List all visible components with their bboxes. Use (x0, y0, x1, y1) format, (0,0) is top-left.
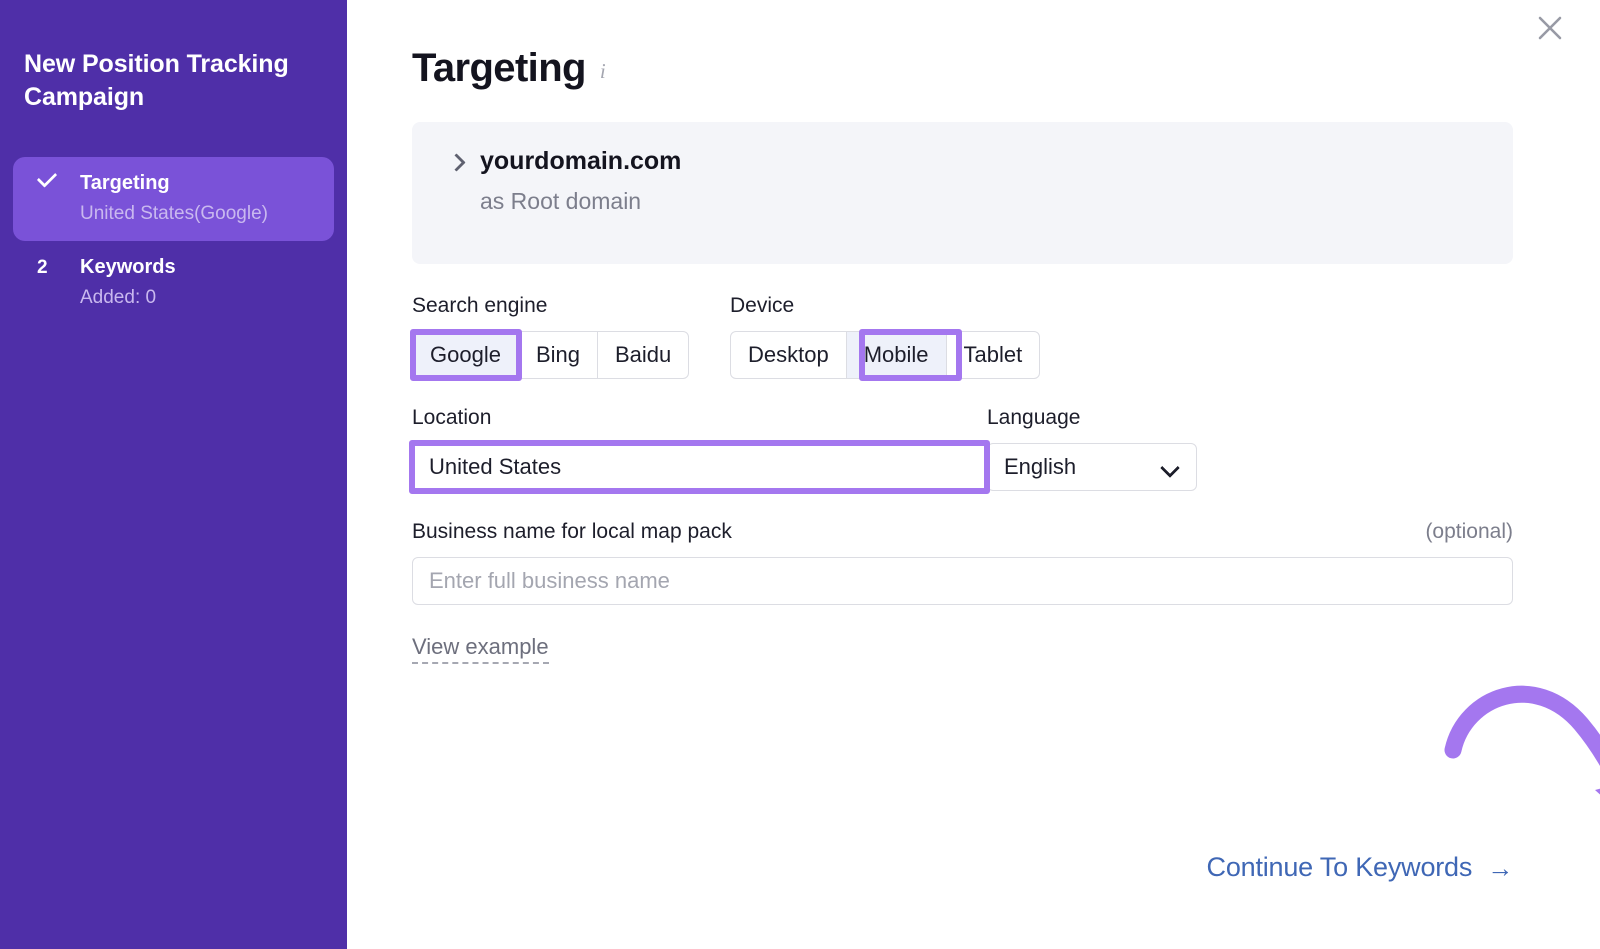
search-engine-label: Search engine (412, 294, 730, 317)
sidebar-step-keywords-sub: Added: 0 (37, 287, 316, 310)
domain-row: yourdomain.com (450, 148, 1513, 176)
sidebar-step-targeting-sub: United States(Google) (37, 203, 316, 226)
chevron-right-icon[interactable] (450, 153, 461, 171)
continue-to-keywords-button[interactable]: Continue To Keywords → (1207, 852, 1513, 883)
sidebar-step-keywords-label: Keywords (80, 255, 176, 279)
device-option-mobile[interactable]: Mobile (847, 332, 947, 378)
targeting-panel: Targeting i yourdomain.com as Root domai… (347, 0, 1600, 949)
step-number: 2 (37, 258, 59, 277)
campaign-sidebar: New Position Tracking Campaign Targeting… (0, 0, 347, 949)
device-segmented-control[interactable]: Desktop Mobile Tablet (730, 331, 1040, 379)
arrow-right-icon: → (1487, 855, 1513, 881)
location-label: Location (412, 406, 987, 429)
page-title: Targeting (412, 48, 586, 88)
page-title-row: Targeting i (347, 0, 1600, 88)
device-option-tablet[interactable]: Tablet (947, 332, 1040, 378)
domain-name: yourdomain.com (480, 148, 681, 176)
chevron-down-icon[interactable] (1163, 461, 1177, 475)
location-language-row: Location Language English (412, 406, 1513, 491)
business-name-group: Business name for local map pack (option… (412, 520, 1513, 605)
targeting-form: yourdomain.com as Root domain Search eng… (347, 122, 1600, 664)
language-group: Language English (987, 406, 1197, 491)
location-group: Location (412, 406, 987, 491)
device-label: Device (730, 294, 1130, 317)
continue-button-label: Continue To Keywords (1207, 852, 1473, 883)
engine-device-row: Search engine Google Bing Baidu Device (412, 294, 1513, 379)
device-group: Device Desktop Mobile Tablet (730, 294, 1130, 379)
business-label-row: Business name for local map pack (option… (412, 520, 1513, 544)
optional-tag: (optional) (1425, 520, 1513, 544)
check-icon (37, 173, 59, 192)
view-example-link[interactable]: View example (412, 635, 549, 664)
info-icon[interactable]: i (600, 61, 606, 82)
search-engine-option-bing[interactable]: Bing (519, 332, 598, 378)
new-position-tracking-campaign-modal: New Position Tracking Campaign Targeting… (0, 0, 1600, 949)
business-name-label: Business name for local map pack (412, 520, 732, 543)
sidebar-step-targeting[interactable]: Targeting United States(Google) (13, 157, 334, 242)
device-option-desktop[interactable]: Desktop (731, 332, 847, 378)
step-header: 2 Keywords (37, 255, 316, 279)
language-select-wrap[interactable]: English (987, 443, 1197, 491)
domain-card[interactable]: yourdomain.com as Root domain (412, 122, 1513, 264)
search-engine-option-baidu[interactable]: Baidu (598, 332, 688, 378)
location-input[interactable] (412, 443, 987, 491)
sidebar-step-targeting-label: Targeting (80, 171, 170, 195)
domain-scope: as Root domain (450, 189, 1513, 214)
campaign-steps: Targeting United States(Google) 2 Keywor… (0, 157, 347, 327)
search-engine-group: Search engine Google Bing Baidu (412, 294, 730, 379)
step-header: Targeting (37, 171, 316, 195)
footer-actions: Continue To Keywords → (347, 852, 1513, 883)
annotation-arrow (1443, 668, 1600, 858)
language-label: Language (987, 406, 1197, 429)
search-engine-segmented-control[interactable]: Google Bing Baidu (412, 331, 689, 379)
business-name-input[interactable] (412, 557, 1513, 605)
campaign-title: New Position Tracking Campaign (0, 48, 347, 115)
search-engine-option-google[interactable]: Google (413, 332, 519, 378)
close-icon[interactable] (1528, 6, 1572, 50)
sidebar-step-keywords[interactable]: 2 Keywords Added: 0 (13, 241, 334, 326)
